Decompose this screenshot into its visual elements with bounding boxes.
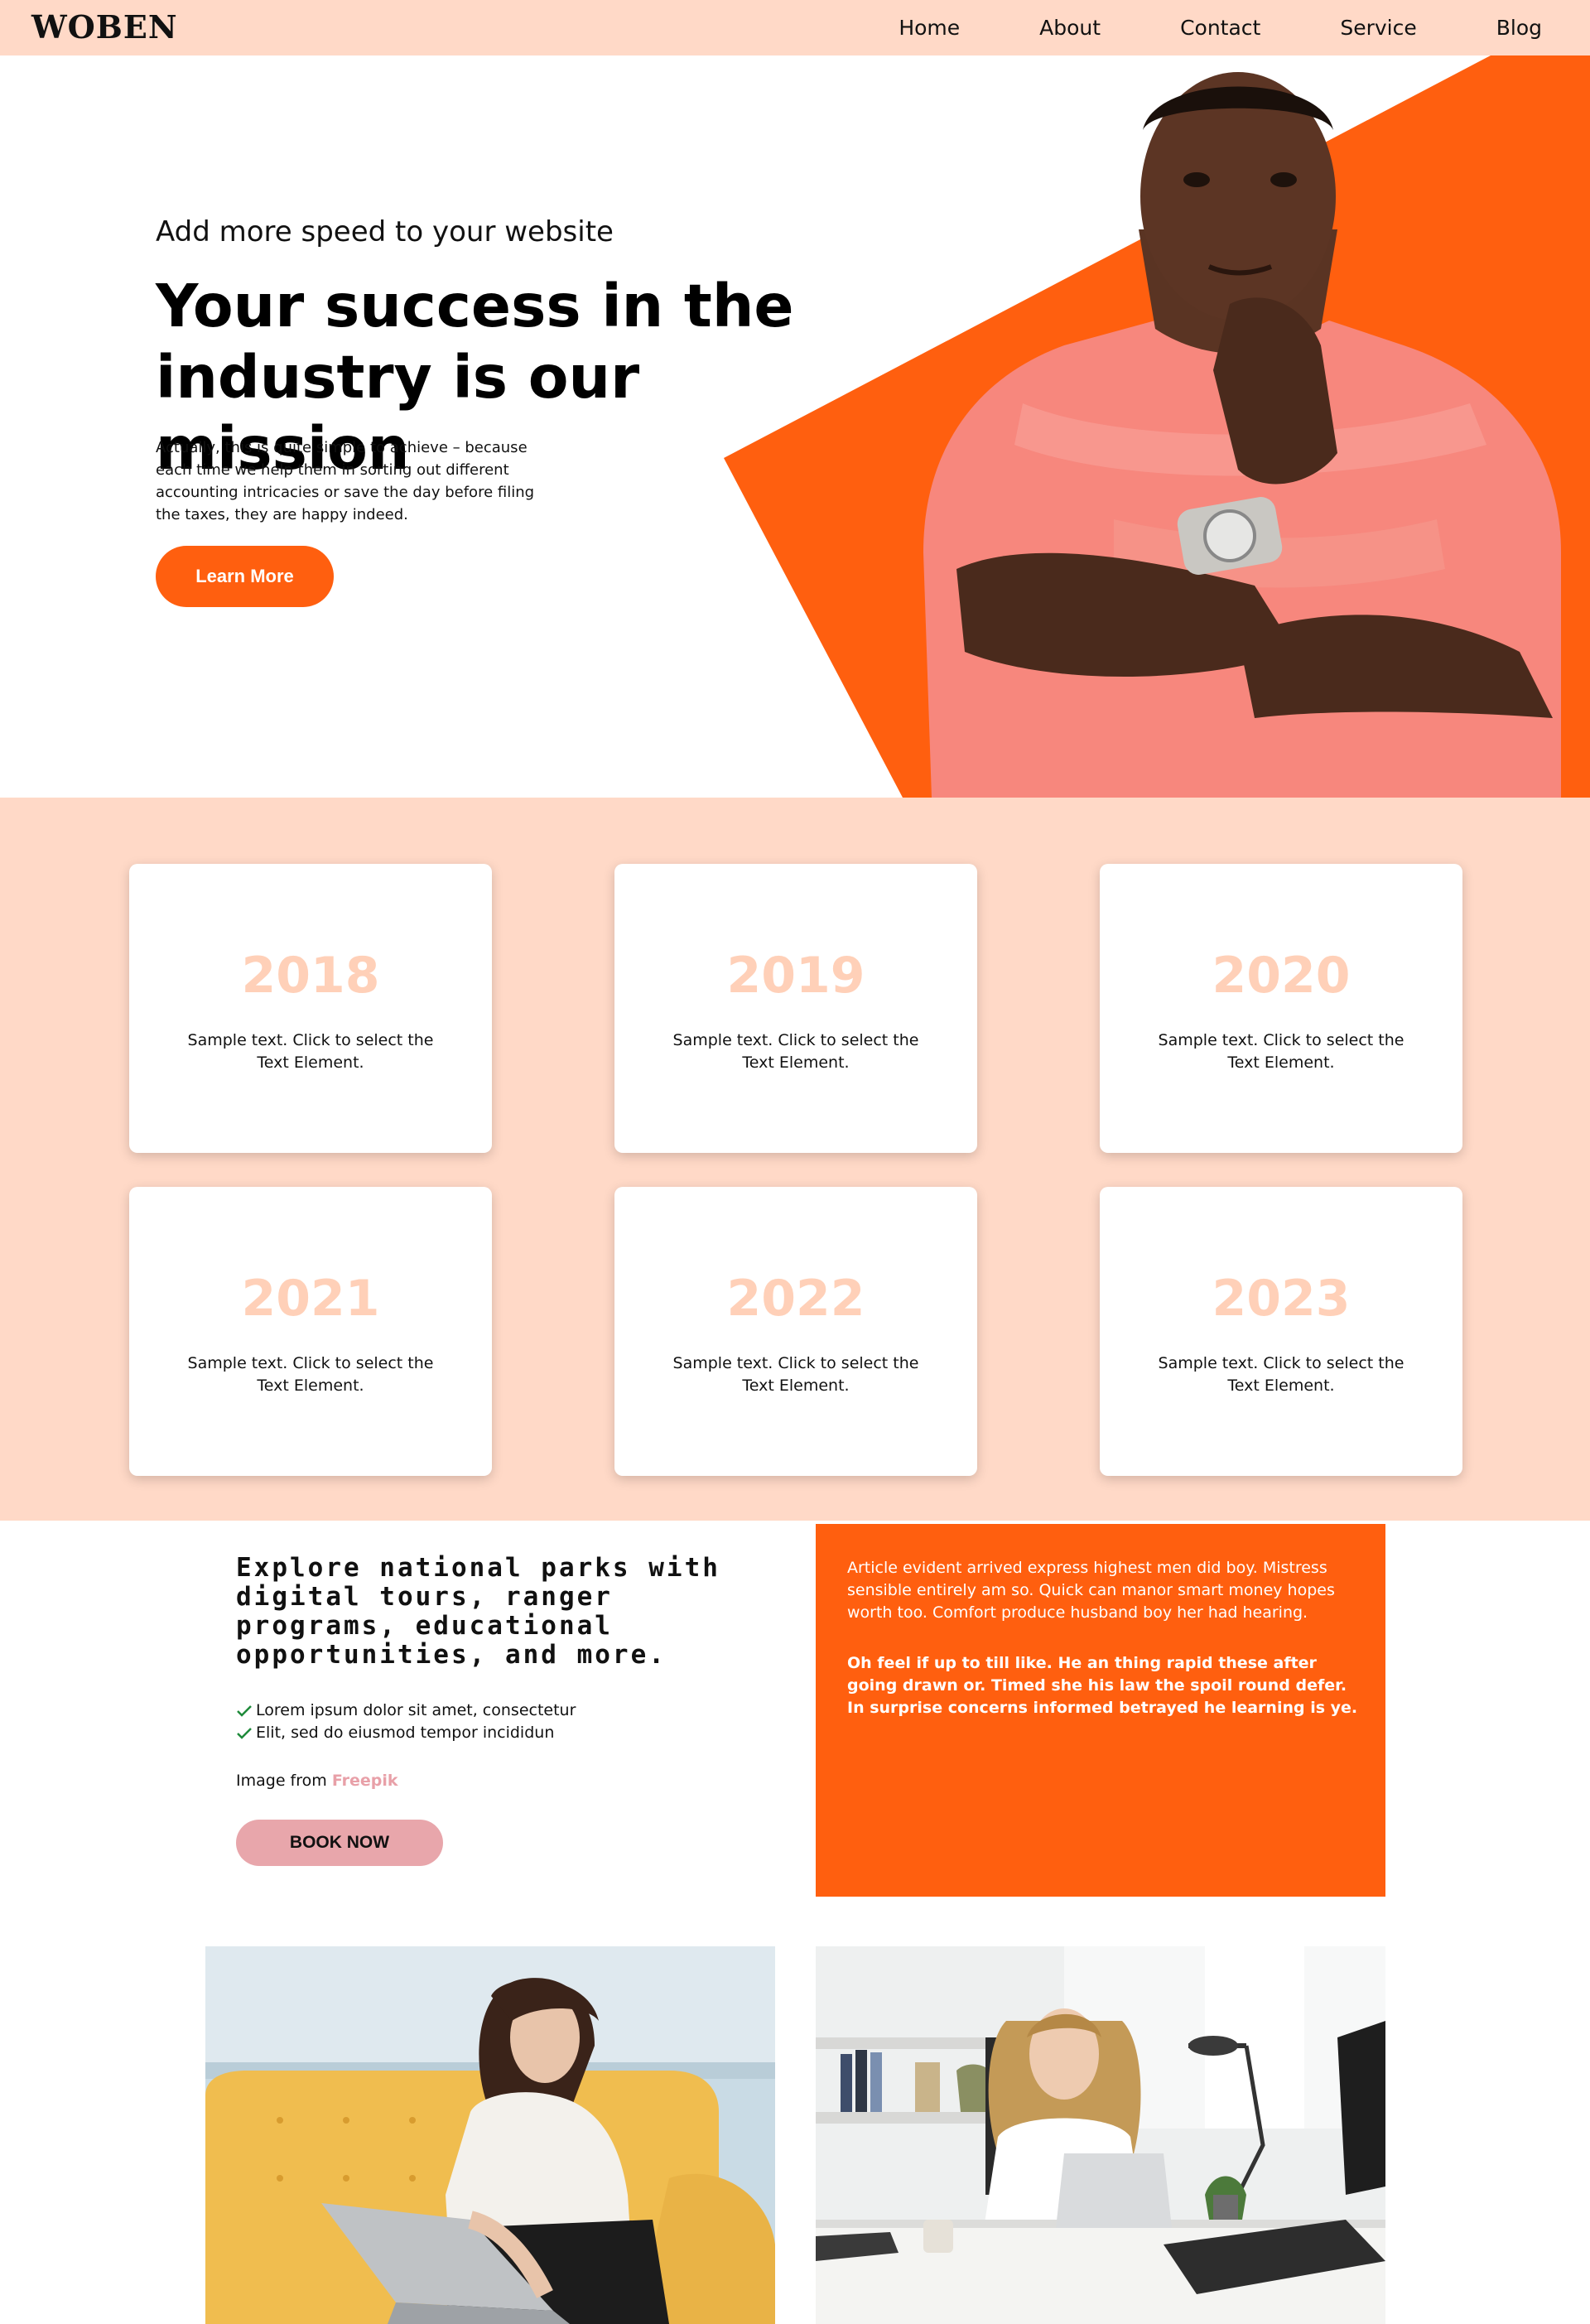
article-paragraph-bold: Oh feel if up to till like. He an thing …: [847, 1654, 1358, 1717]
year-text: Sample text. Click to select the Text El…: [187, 1031, 434, 1072]
year-label: 2018: [241, 947, 380, 1005]
years-section: 2018 Sample text. Click to select the Te…: [0, 798, 1590, 1521]
hero-man-image: [923, 72, 1561, 798]
checklist-text: Elit, sed do eiusmod tempor incididun: [256, 1724, 555, 1742]
year-card[interactable]: 2023 Sample text. Click to select the Te…: [1100, 1187, 1462, 1476]
woman-office-photo: [816, 1946, 1385, 2324]
checklist-item: Lorem ipsum dolor sit amet, consectetur: [236, 1700, 576, 1722]
check-icon: [237, 1727, 252, 1739]
main-menu: Home About Contact Service Blog: [819, 0, 1542, 55]
article-paragraph: Article evident arrived express highest …: [847, 1559, 1335, 1622]
checklist-text: Lorem ipsum dolor sit amet, consectetur: [256, 1701, 576, 1719]
year-label: 2021: [241, 1270, 380, 1328]
freepik-link[interactable]: Freepik: [332, 1772, 398, 1790]
hero-section: Add more speed to your website Your succ…: [0, 55, 1590, 798]
nav-blog-link[interactable]: Blog: [1496, 16, 1542, 40]
year-text: Sample text. Click to select the Text El…: [672, 1031, 919, 1072]
checklist-item: Elit, sed do eiusmod tempor incididun: [236, 1722, 576, 1744]
top-navigation: WOBEN Home About Contact Service Blog: [0, 0, 1590, 55]
nav-service-link[interactable]: Service: [1340, 16, 1416, 40]
year-card[interactable]: 2019 Sample text. Click to select the Te…: [614, 864, 977, 1153]
feature-checklist: Lorem ipsum dolor sit amet, consectetur …: [236, 1700, 576, 1744]
nav-home-link[interactable]: Home: [899, 16, 960, 40]
book-now-button[interactable]: BOOK NOW: [236, 1820, 443, 1866]
check-icon: [237, 1704, 252, 1717]
year-label: 2022: [726, 1270, 865, 1328]
year-label: 2023: [1212, 1270, 1351, 1328]
year-text: Sample text. Click to select the Text El…: [1158, 1354, 1404, 1395]
nav-contact-link[interactable]: Contact: [1180, 16, 1260, 40]
year-text: Sample text. Click to select the Text El…: [1158, 1031, 1404, 1072]
year-card[interactable]: 2018 Sample text. Click to select the Te…: [129, 864, 492, 1153]
image-credit: Image from Freepik: [236, 1772, 398, 1790]
woman-sofa-photo: [205, 1946, 775, 2324]
year-label: 2019: [726, 947, 865, 1005]
explore-title: Explore national parks with digital tour…: [236, 1553, 720, 1670]
year-card[interactable]: 2020 Sample text. Click to select the Te…: [1100, 864, 1462, 1153]
year-label: 2020: [1212, 947, 1351, 1005]
hero-kicker: Add more speed to your website: [156, 215, 614, 248]
credit-prefix: Image from: [236, 1772, 327, 1790]
article-box: Article evident arrived express highest …: [816, 1524, 1385, 1897]
year-text: Sample text. Click to select the Text El…: [187, 1354, 434, 1395]
year-card[interactable]: 2021 Sample text. Click to select the Te…: [129, 1187, 492, 1476]
site-logo[interactable]: WOBEN: [31, 8, 178, 46]
year-text: Sample text. Click to select the Text El…: [672, 1354, 919, 1395]
learn-more-button[interactable]: Learn More: [156, 546, 334, 607]
hero-description: Actually, this is quite simple to achiev…: [156, 439, 535, 523]
year-card[interactable]: 2022 Sample text. Click to select the Te…: [614, 1187, 977, 1476]
nav-about-link[interactable]: About: [1039, 16, 1101, 40]
